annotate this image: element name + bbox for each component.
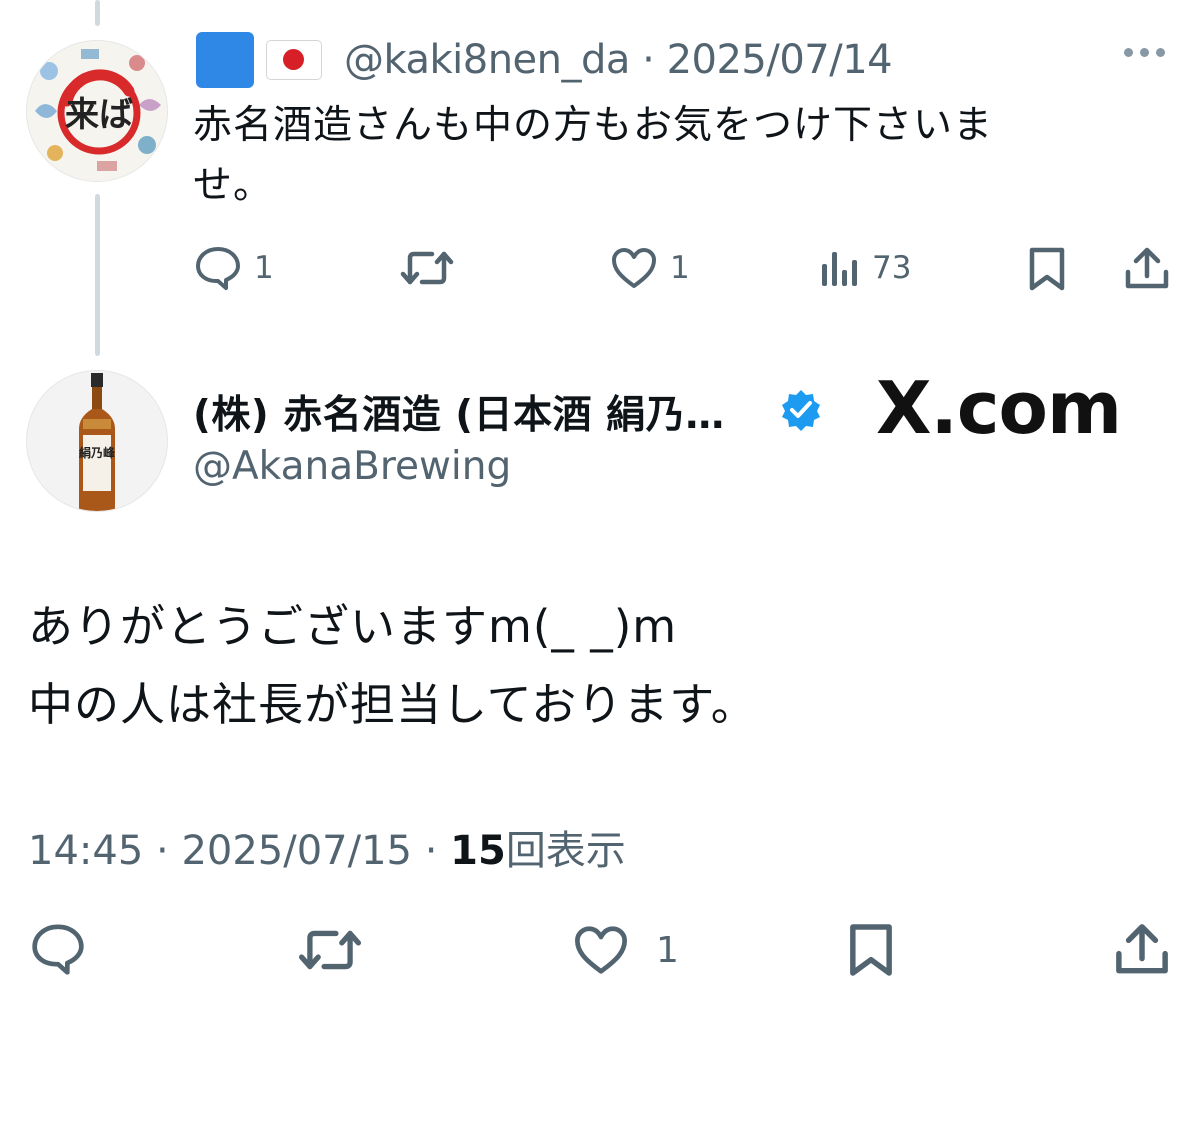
share-icon [1116, 924, 1168, 974]
main-text: ありがとうございますm(_ _)m 中の人は社長が担当しております。 [28, 588, 757, 744]
reply-like-count: 1 [670, 250, 690, 286]
x-com-watermark: X.com [876, 366, 1122, 450]
share-icon [1125, 247, 1169, 289]
main-repost-button[interactable] [298, 924, 362, 976]
reply-views-count: 73 [872, 250, 912, 286]
reply-repost-button[interactable] [400, 246, 466, 290]
main-avatar[interactable]: 絹乃峰 [26, 370, 168, 512]
main-share-button[interactable] [1114, 922, 1170, 978]
dot-separator: · [411, 828, 451, 874]
main-time[interactable]: 14:45 [28, 828, 143, 874]
comment-icon [196, 247, 240, 290]
bookmark-icon [850, 924, 892, 976]
reply-reply-count: 1 [254, 250, 274, 286]
reply-reply-button[interactable]: 1 [194, 245, 274, 291]
main-views-label: 回表示 [505, 828, 626, 874]
dot-separator: · [629, 37, 667, 83]
repost-icon [298, 930, 362, 970]
repost-icon [400, 251, 454, 285]
reply-views-button[interactable]: 73 [820, 248, 911, 288]
sake-bottle-icon: 絹乃峰 [79, 373, 116, 511]
reply-handle[interactable]: @kaki8nen_da [344, 37, 630, 83]
main-like-count: 1 [656, 929, 679, 971]
main-bookmark-button[interactable] [848, 922, 894, 978]
thread-line-bottom [95, 194, 100, 356]
verified-badge-icon[interactable] [779, 388, 823, 432]
reply-handle-date[interactable]: @kaki8nen_da · 2025/07/14 [344, 37, 893, 83]
svg-text:来ば: 来ば [65, 95, 133, 135]
japan-flag-emoji [266, 40, 322, 80]
main-meta: 14:45 · 2025/07/15 · 15回表示 [28, 818, 626, 876]
main-text-line2: 中の人は社長が担当しております。 [28, 678, 757, 731]
heart-icon [575, 926, 627, 974]
main-handle[interactable]: @AkanaBrewing [193, 444, 511, 489]
blue-square-emoji [196, 32, 254, 88]
bookmark-icon [1029, 247, 1065, 291]
reply-bookmark-button[interactable] [1028, 246, 1066, 292]
reply-text-line2: せ。 [193, 163, 274, 208]
reply-share-button[interactable] [1124, 246, 1170, 292]
main-date[interactable]: 2025/07/15 [181, 828, 412, 874]
reply-like-button[interactable]: 1 [610, 246, 690, 290]
main-reply-button[interactable] [30, 922, 86, 976]
comment-icon [32, 924, 84, 975]
heart-icon [612, 248, 656, 288]
reply-avatar[interactable]: 来ば [26, 40, 168, 182]
reply-date[interactable]: 2025/07/14 [667, 37, 893, 83]
main-display-name[interactable]: (株) 赤名酒造 (日本酒 絹乃… [193, 384, 725, 440]
main-like-button[interactable]: 1 [572, 924, 679, 976]
reply-meta-row: @kaki8nen_da · 2025/07/14 [196, 30, 893, 90]
dot-separator: · [143, 828, 182, 874]
more-options-icon[interactable] [1124, 48, 1165, 57]
thread-line-top [95, 0, 100, 26]
views-chart-icon [822, 252, 857, 286]
reply-text-line1: 赤名酒造さんも中の方もお気をつけ下さいま [193, 103, 994, 148]
main-text-line1: ありがとうございますm(_ _)m [28, 600, 678, 653]
main-views-count: 15 [450, 828, 506, 874]
reply-text: 赤名酒造さんも中の方もお気をつけ下さいま せ。 [193, 96, 1153, 216]
svg-text:絹乃峰: 絹乃峰 [79, 445, 116, 460]
pattern-logo-icon: 来ば [27, 41, 167, 181]
